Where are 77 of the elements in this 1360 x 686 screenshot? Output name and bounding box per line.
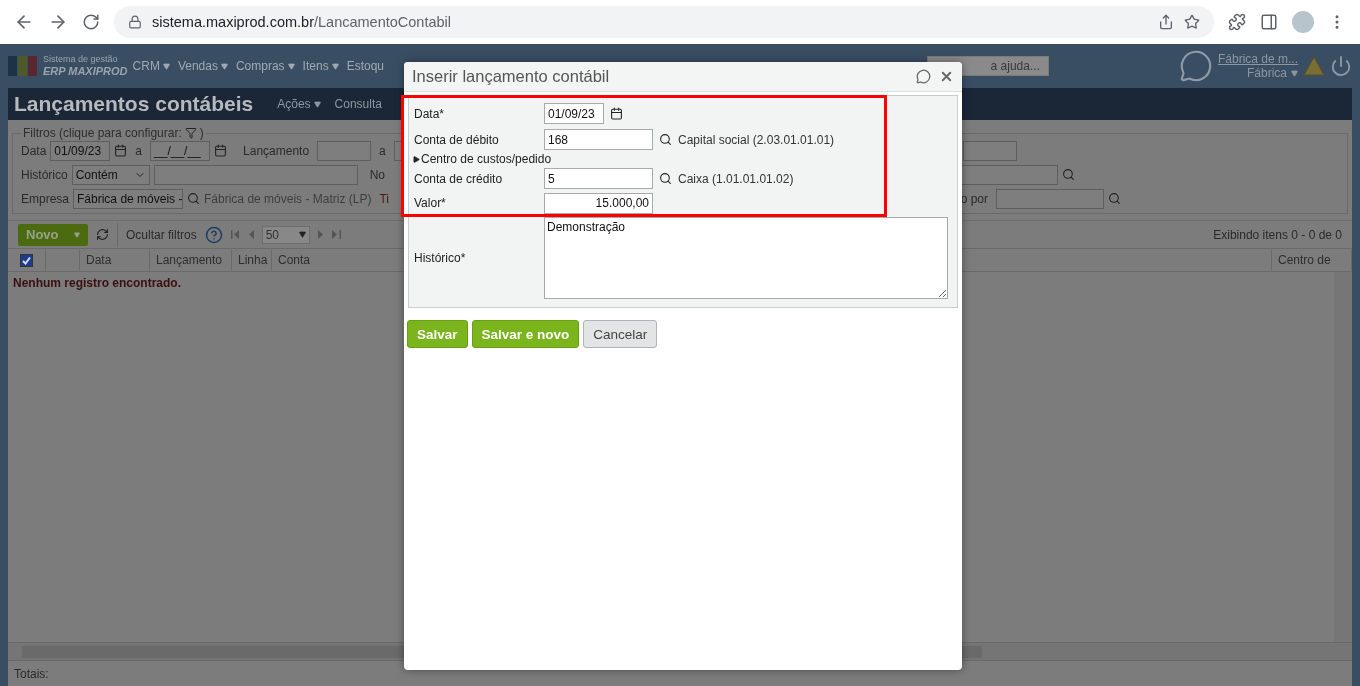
- amount-field[interactable]: 15.000,00: [544, 192, 653, 214]
- search-icon[interactable]: [659, 172, 672, 185]
- field-label: Valor*: [413, 196, 447, 210]
- company-name: Fábrica de móveis - Matriz (LP): [204, 191, 372, 206]
- field-label: Data*: [413, 106, 446, 121]
- empty-message: Nenhum registro encontrado.: [13, 276, 183, 290]
- expand-toggle[interactable]: Centro de custos/pedido: [420, 152, 552, 166]
- filter-label: a: [135, 143, 143, 158]
- address-bar[interactable]: sistema.maxiprod.com.br/LancamentoContabil: [114, 6, 1214, 38]
- filter-label: a: [379, 143, 386, 158]
- page-title: Lançamentos contábeis: [14, 92, 254, 116]
- chat-icon[interactable]: [916, 69, 931, 84]
- action-menu[interactable]: Consulta: [334, 97, 382, 111]
- dialog-button[interactable]: Salvar e novo: [471, 320, 580, 348]
- dialog-title: Inserir lançamento contábil: [412, 67, 611, 86]
- caret-icon[interactable]: [413, 155, 420, 163]
- url-text[interactable]: sistema.maxiprod.com.br/LancamentoContabil: [152, 14, 451, 30]
- dialog-button[interactable]: Salvar: [407, 320, 468, 348]
- field-label: Conta de débito: [413, 132, 500, 147]
- number-field[interactable]: [317, 140, 372, 161]
- reload-icon[interactable]: [82, 13, 100, 31]
- filter-label: Data: [21, 143, 47, 158]
- refresh-icon[interactable]: [96, 228, 109, 241]
- company-field[interactable]: Fábrica de móveis -: [73, 188, 184, 209]
- column-header[interactable]: Centro de: [1272, 249, 1352, 271]
- menu-item[interactable]: Itens: [302, 59, 329, 73]
- account-field[interactable]: 5: [544, 168, 653, 189]
- history-field[interactable]: Demonstração: [544, 217, 948, 299]
- column-header[interactable]: Data: [80, 249, 150, 271]
- filter-label: No: [369, 167, 386, 182]
- sidebar-icon[interactable]: [1260, 13, 1278, 31]
- date-field[interactable]: 01/09/23: [544, 103, 604, 124]
- date-field[interactable]: __/__/__: [150, 140, 211, 161]
- totals-label: Totais:: [14, 666, 49, 681]
- filter-icon[interactable]: [184, 127, 197, 139]
- new-button[interactable]: Novo: [18, 223, 88, 246]
- item-count: Exibindo itens 0 - 0 de 0: [1213, 227, 1342, 242]
- puzzle-icon[interactable]: [1228, 13, 1246, 31]
- hide-filters-button[interactable]: Ocultar filtros: [117, 222, 197, 247]
- logo-text: ERP MAXIPROD: [43, 64, 128, 78]
- menu-item[interactable]: Estoqu: [346, 59, 384, 73]
- menu-item[interactable]: CRM: [132, 59, 160, 73]
- account-description: Capital social (2.03.01.01.01): [678, 132, 835, 147]
- account-field[interactable]: 168: [544, 129, 653, 150]
- filter-label: Lançamento: [243, 143, 310, 158]
- logo-icon: [8, 54, 38, 78]
- column-header[interactable]: Linha: [232, 249, 272, 271]
- filter-label: Empresa: [21, 191, 70, 206]
- help-icon[interactable]: [204, 225, 223, 244]
- chat-icon[interactable]: [1178, 49, 1213, 83]
- field-label: Conta de crédito: [413, 171, 504, 186]
- action-menu[interactable]: Ações: [277, 97, 311, 111]
- filters-legend-end: ): [199, 126, 204, 140]
- text-field[interactable]: [996, 188, 1104, 209]
- company-link[interactable]: Fábrica de m...: [1217, 52, 1298, 66]
- star-icon[interactable]: [1184, 14, 1200, 30]
- account-description: Caixa (1.01.01.01.02): [678, 171, 794, 186]
- branch-dropdown[interactable]: Fábrica: [1247, 66, 1287, 80]
- column-header[interactable]: Lançamento: [150, 249, 232, 271]
- dialog-button[interactable]: Cancelar: [583, 320, 658, 348]
- filter-label: Ti: [379, 191, 389, 206]
- filters-legend[interactable]: Filtros (clique para configurar:: [23, 126, 182, 140]
- power-icon[interactable]: [1330, 55, 1352, 77]
- search-icon[interactable]: [659, 133, 672, 146]
- menu-item[interactable]: Vendas: [177, 59, 218, 73]
- date-field[interactable]: 01/09/23: [50, 140, 111, 161]
- field-label: Histórico*: [413, 251, 467, 265]
- calendar-icon[interactable]: [610, 107, 623, 120]
- menu-item[interactable]: Compras: [235, 59, 285, 73]
- logo-text: Sistema de gestão: [43, 54, 119, 65]
- close-icon[interactable]: [939, 69, 954, 84]
- lock-icon[interactable]: [128, 15, 142, 29]
- select-all-checkbox[interactable]: [20, 253, 33, 267]
- filter-label: Histórico: [21, 167, 68, 182]
- share-icon[interactable]: [1158, 14, 1174, 30]
- text-field[interactable]: [153, 164, 358, 185]
- text-field[interactable]: [963, 140, 1017, 161]
